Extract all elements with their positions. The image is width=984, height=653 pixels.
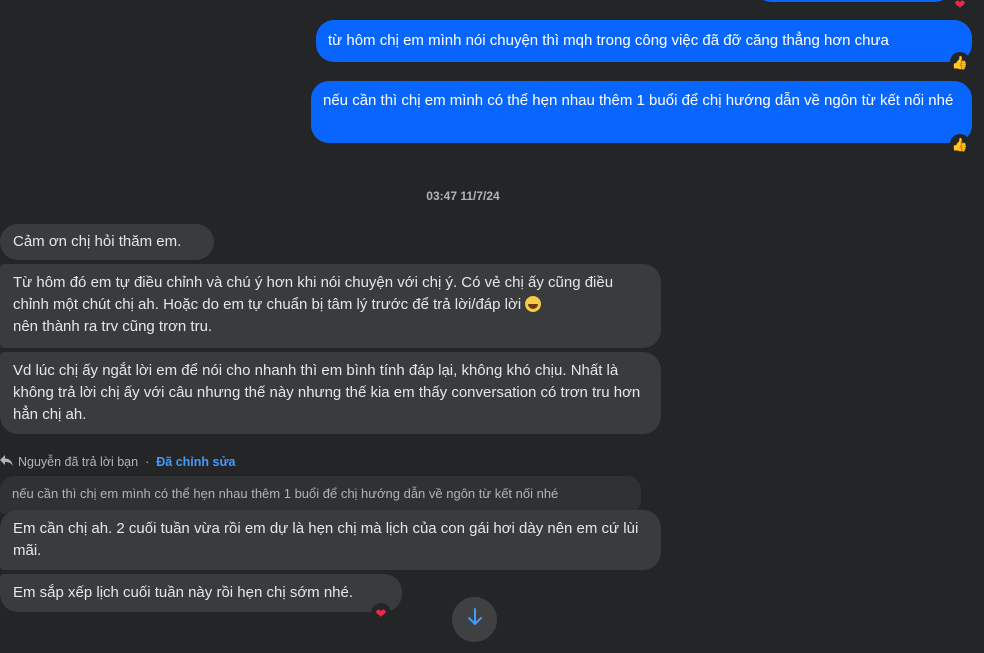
message-bubble-outgoing[interactable]: nếu cần thì chị em mình có thể hẹn nhau … [311, 81, 972, 143]
message-text: nên thành ra trv cũng trơn tru. [13, 318, 213, 335]
message-text: Vd lúc chị ấy ngắt lời em để nói cho nha… [13, 362, 641, 423]
chat-thread: ❤ từ hôm chị em mình nói chuyện thì mqh … [0, 0, 984, 653]
message-text: Từ hôm đó em tự điều chỉnh và chú ý hơn … [13, 274, 614, 313]
message-bubble-outgoing-partial[interactable] [755, 0, 951, 2]
message-bubble-incoming[interactable]: Em sắp xếp lịch cuối tuần này rồi hẹn ch… [0, 574, 402, 612]
message-text: Cảm ơn chị hỏi thăm em. [13, 233, 182, 250]
thumbs-up-reaction-icon[interactable]: 👍 [950, 134, 970, 154]
message-bubble-incoming[interactable]: Em cần chị ah. 2 cuối tuần vừa rồi em dự… [0, 510, 661, 570]
edited-link[interactable]: Đã chỉnh sửa [156, 455, 235, 469]
heart-reaction-icon[interactable]: ❤ [950, 0, 970, 14]
message-timestamp: 03:47 11/7/24 [426, 189, 500, 203]
reply-info: Nguyễn đã trả lời bạn · Đã chỉnh sửa [0, 455, 235, 469]
message-bubble-outgoing[interactable]: từ hôm chị em mình nói chuyện thì mqh tr… [316, 20, 972, 62]
grinning-face-sweat-icon [525, 296, 542, 312]
message-bubble-incoming[interactable]: Cảm ơn chị hỏi thăm em. [0, 224, 214, 260]
message-text: nếu cần thì chị em mình có thể hẹn nhau … [323, 92, 954, 109]
message-text: Em cần chị ah. 2 cuối tuần vừa rồi em dự… [13, 520, 639, 559]
quoted-message[interactable]: nếu cần thì chị em mình có thể hẹn nhau … [0, 476, 641, 514]
quoted-text: nếu cần thì chị em mình có thể hẹn nhau … [12, 486, 559, 501]
arrow-down-icon [467, 607, 483, 632]
message-bubble-incoming[interactable]: Từ hôm đó em tự điều chỉnh và chú ý hơn … [0, 264, 661, 348]
message-bubble-incoming[interactable]: Vd lúc chị ấy ngắt lời em để nói cho nha… [0, 352, 661, 434]
heart-reaction-icon[interactable]: ❤ [371, 603, 391, 623]
message-text: từ hôm chị em mình nói chuyện thì mqh tr… [328, 32, 889, 49]
separator-dot: · [145, 455, 150, 469]
reply-author-label: Nguyễn đã trả lời bạn [18, 455, 139, 469]
scroll-to-bottom-button[interactable] [452, 597, 497, 642]
reply-arrow-icon [0, 455, 14, 469]
message-text: Em sắp xếp lịch cuối tuần này rồi hẹn ch… [13, 584, 354, 601]
thumbs-up-reaction-icon[interactable]: 👍 [950, 52, 970, 72]
